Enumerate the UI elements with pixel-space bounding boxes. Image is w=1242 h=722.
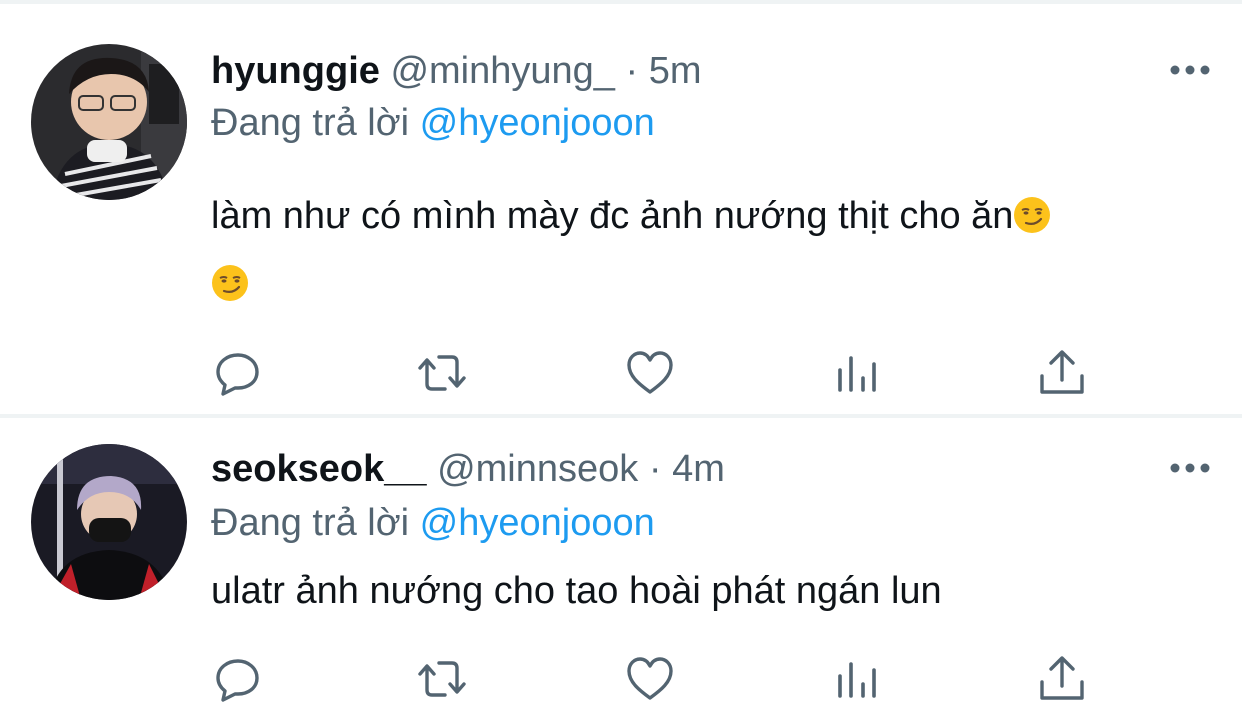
tweet[interactable]: hyunggie @minhyung_ · 5m Đang trả lời @h… <box>0 4 1242 414</box>
smirking-face-emoji <box>1013 188 1051 233</box>
separator-dot: · <box>625 50 639 92</box>
user-handle[interactable]: @minnseok <box>437 448 638 490</box>
share-icon[interactable] <box>1037 654 1087 704</box>
timestamp[interactable]: 5m <box>649 50 702 92</box>
retweet-icon[interactable] <box>417 654 467 704</box>
replying-to: Đang trả lời @hyeonjooon <box>211 98 655 148</box>
replying-to: Đang trả lời @hyeonjooon <box>211 498 655 548</box>
analytics-icon[interactable] <box>833 348 883 398</box>
tweet-text: làm như có mình mày đc ảnh nướng thịt ch… <box>211 182 1201 318</box>
mention-link[interactable]: @hyeonjooon <box>420 502 655 544</box>
avatar[interactable] <box>31 44 187 200</box>
tweet-actions <box>211 654 1111 704</box>
retweet-icon[interactable] <box>417 348 467 398</box>
tweet-text-content: làm như có mình mày đc ảnh nướng thịt ch… <box>211 195 1014 237</box>
replying-to-label: Đang trả lời <box>211 102 410 144</box>
display-name[interactable]: hyunggie <box>211 50 380 92</box>
separator-dot: · <box>648 448 662 490</box>
mention-link[interactable]: @hyeonjooon <box>420 102 655 144</box>
tweet-text-content: ulatr ảnh nướng cho tao hoài phát ngán l… <box>211 570 942 612</box>
more-options-icon[interactable] <box>1168 458 1212 478</box>
replying-to-label: Đang trả lời <box>211 502 410 544</box>
tweet-text: ulatr ảnh nướng cho tao hoài phát ngán l… <box>211 566 1201 616</box>
like-icon[interactable] <box>625 654 675 704</box>
analytics-icon[interactable] <box>833 654 883 704</box>
display-name[interactable]: seokseok__ <box>211 448 427 490</box>
tweet[interactable]: seokseok__ @minnseok · 4m Đang trả lời @… <box>0 418 1242 722</box>
reply-icon[interactable] <box>213 654 263 704</box>
smirking-face-emoji <box>211 256 249 301</box>
user-handle[interactable]: @minhyung_ <box>390 50 614 92</box>
share-icon[interactable] <box>1037 348 1087 398</box>
tweet-actions <box>211 348 1111 398</box>
timestamp[interactable]: 4m <box>672 448 725 490</box>
tweet-header: seokseok__ @minnseok · 4m <box>211 444 725 494</box>
more-options-icon[interactable] <box>1168 60 1212 80</box>
reply-icon[interactable] <box>213 348 263 398</box>
like-icon[interactable] <box>625 348 675 398</box>
avatar[interactable] <box>31 444 187 600</box>
tweet-header: hyunggie @minhyung_ · 5m <box>211 46 702 96</box>
